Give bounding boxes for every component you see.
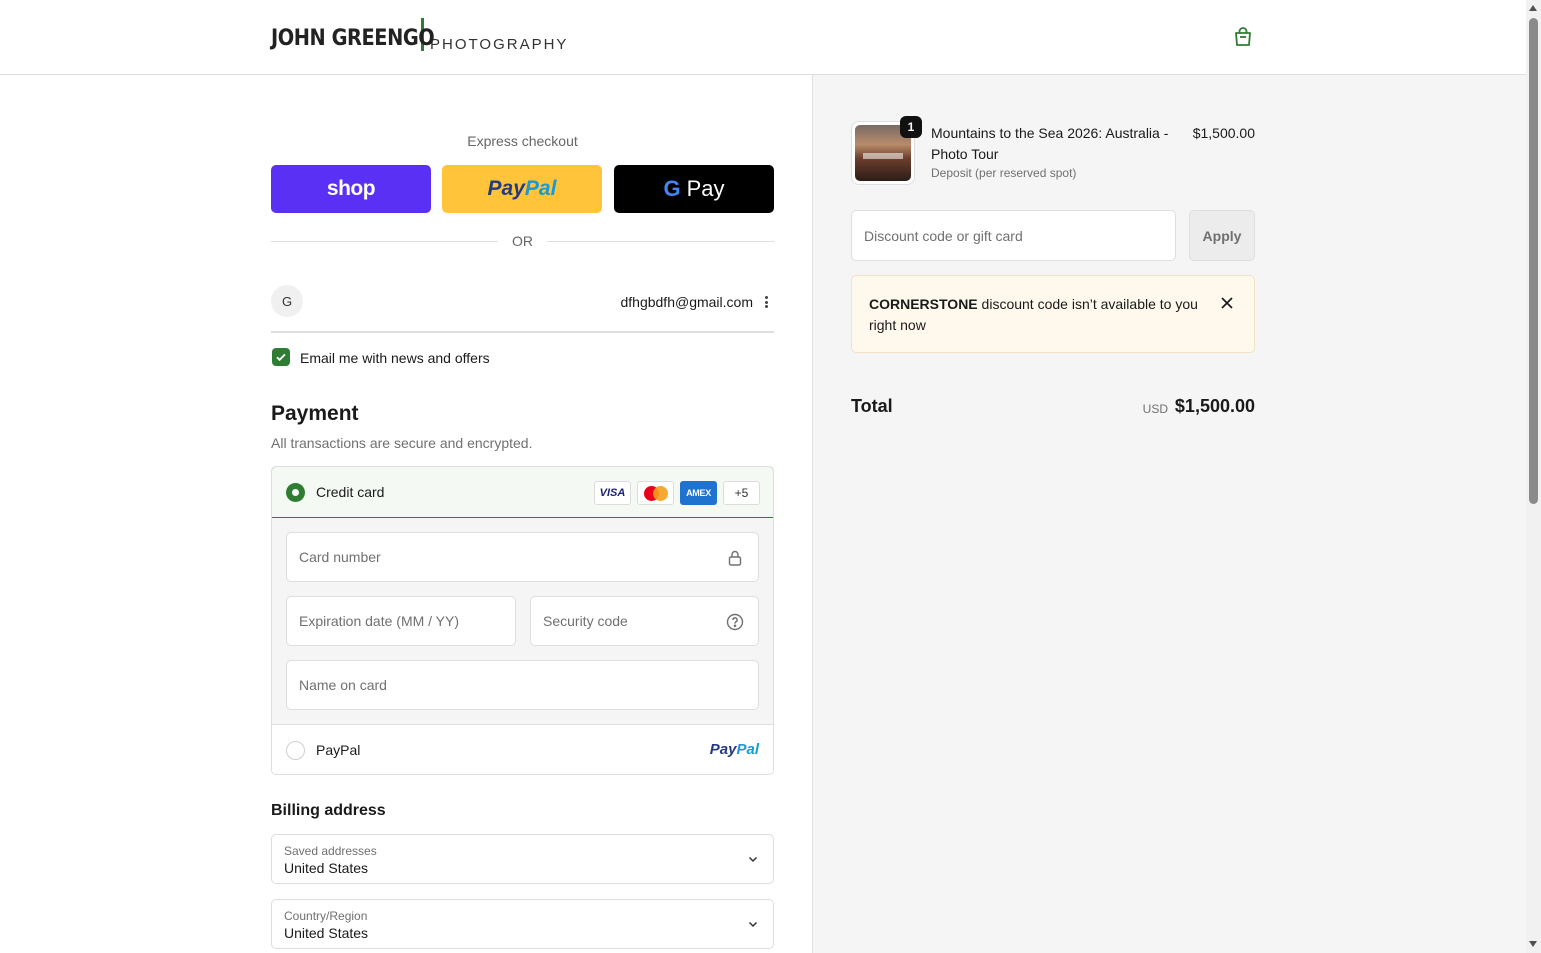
account-menu-icon[interactable] xyxy=(762,294,770,310)
lock-icon xyxy=(728,550,742,566)
express-checkout-label: Express checkout xyxy=(467,133,578,149)
shopping-bag-icon[interactable] xyxy=(1231,25,1255,49)
expiration-date-field[interactable]: Expiration date (MM / YY) xyxy=(286,596,516,646)
card-number-placeholder: Card number xyxy=(299,549,381,565)
total-currency: USD xyxy=(1142,402,1168,416)
shop-pay-logo: shop xyxy=(326,177,376,200)
paypal-logo-pay: Pay xyxy=(487,177,525,200)
payment-methods: Credit card VISA AMEX +5 Card number Exp… xyxy=(271,466,774,775)
amex-icon: AMEX xyxy=(680,481,717,505)
credit-card-label: Credit card xyxy=(316,484,385,500)
brand-logo[interactable]: JOHN GREENGO PHOTOGRAPHY xyxy=(271,18,569,53)
help-circle-icon[interactable] xyxy=(726,613,744,631)
apply-discount-button[interactable]: Apply xyxy=(1189,210,1255,261)
paypal-logo-pal: Pal xyxy=(524,177,557,200)
billing-address-title: Billing address xyxy=(271,802,386,819)
mastercard-icon xyxy=(637,481,674,505)
product-name: Mountains to the Sea 2026: Australia - P… xyxy=(931,125,1169,162)
checkmark-icon xyxy=(276,353,286,362)
visa-icon: VISA xyxy=(594,481,631,505)
order-summary-panel xyxy=(812,75,1526,953)
chevron-down-icon xyxy=(748,921,758,928)
google-pay-button[interactable]: G Pay xyxy=(614,165,774,213)
payment-title: Payment xyxy=(271,402,359,425)
saved-addresses-value: United States xyxy=(284,860,369,876)
card-number-field[interactable]: Card number xyxy=(286,532,759,582)
payment-subtitle: All transactions are secure and encrypte… xyxy=(271,435,533,451)
paypal-radio[interactable] xyxy=(286,741,305,760)
page-scrollbar[interactable] xyxy=(1526,0,1541,953)
discount-code-input[interactable]: Discount code or gift card xyxy=(851,210,1176,261)
name-on-card-field[interactable]: Name on card xyxy=(286,660,759,710)
country-region-value: United States xyxy=(284,925,369,941)
brand-subtitle: PHOTOGRAPHY xyxy=(430,36,569,53)
expiration-placeholder: Expiration date (MM / YY) xyxy=(299,613,460,629)
total-label: Total xyxy=(851,396,893,416)
discount-error-notice: CORNERSTONE discount code isn’t availabl… xyxy=(851,275,1255,353)
saved-addresses-select[interactable]: Saved addresses United States xyxy=(271,834,774,884)
scrollbar-thumb[interactable] xyxy=(1529,18,1538,504)
discount-code-placeholder: Discount code or gift card xyxy=(864,227,1023,244)
more-cards-badge[interactable]: +5 xyxy=(723,481,760,505)
security-code-field[interactable]: Security code xyxy=(530,596,759,646)
marketing-checkbox[interactable] xyxy=(272,348,290,366)
or-divider: OR xyxy=(271,232,774,250)
card-brand-logos: VISA AMEX +5 xyxy=(594,481,760,505)
scroll-down-arrow-icon[interactable] xyxy=(1529,941,1537,947)
google-g-icon: G xyxy=(663,176,681,201)
marketing-checkbox-label[interactable]: Email me with news and offers xyxy=(300,350,490,366)
or-label: OR xyxy=(512,233,533,249)
country-region-select[interactable]: Country/Region United States xyxy=(271,899,774,949)
paypal-option[interactable]: PayPal PayPal xyxy=(272,724,773,774)
scroll-up-arrow-icon[interactable] xyxy=(1529,5,1537,11)
quantity-badge: 1 xyxy=(900,116,922,138)
credit-card-radio[interactable] xyxy=(286,483,305,502)
shop-pay-button[interactable]: shop xyxy=(271,165,431,213)
credit-card-option[interactable]: Credit card VISA AMEX +5 xyxy=(272,467,773,518)
name-on-card-placeholder: Name on card xyxy=(299,677,387,693)
close-icon[interactable] xyxy=(1220,296,1234,310)
account-avatar: G xyxy=(271,285,303,317)
product-price: $1,500.00 xyxy=(1192,125,1255,141)
account-email: dfhgbdfh@gmail.com xyxy=(620,294,753,310)
product-variant: Deposit (per reserved spot) xyxy=(931,166,1077,180)
country-region-caption: Country/Region xyxy=(284,909,368,923)
chevron-down-icon xyxy=(748,856,758,863)
discount-error-text: CORNERSTONE discount code isn’t availabl… xyxy=(869,294,1204,336)
brand-name: JOHN GREENGO xyxy=(271,26,435,51)
paypal-logo-icon: PayPal xyxy=(709,741,759,758)
paypal-express-button[interactable]: Pay Pal xyxy=(442,165,602,213)
paypal-option-label: PayPal xyxy=(316,742,361,758)
saved-addresses-caption: Saved addresses xyxy=(284,844,377,858)
account-divider xyxy=(271,331,774,333)
security-code-placeholder: Security code xyxy=(543,613,628,629)
site-header: JOHN GREENGO PHOTOGRAPHY xyxy=(0,0,1526,75)
discount-code-name: CORNERSTONE xyxy=(869,296,978,312)
total-amount: $1,500.00 xyxy=(1174,396,1255,416)
google-pay-label: Pay xyxy=(686,176,725,201)
